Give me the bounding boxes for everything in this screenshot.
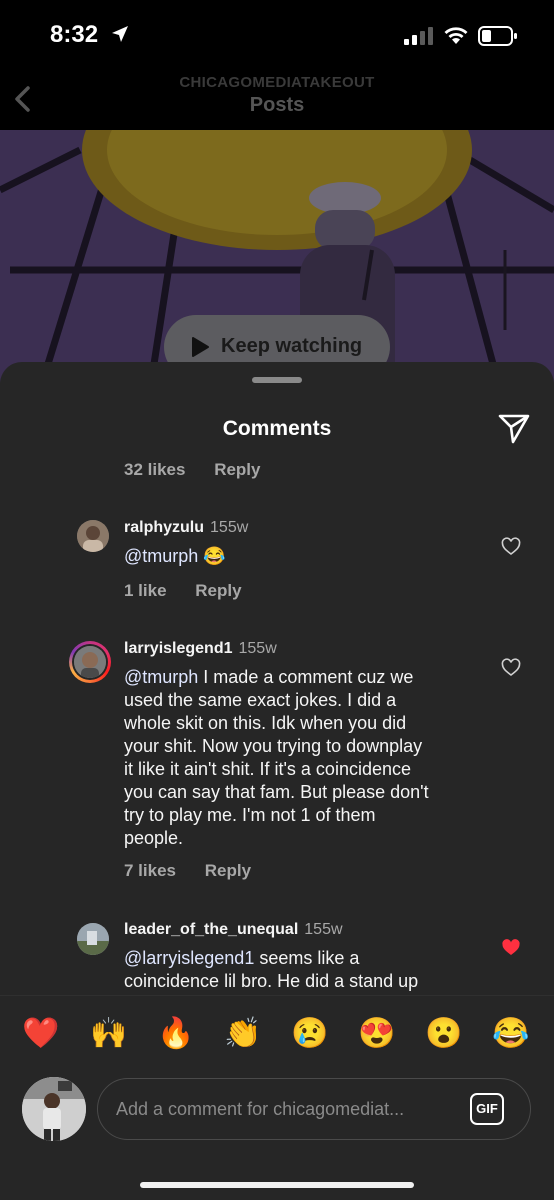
home-indicator [140,1182,414,1188]
comment-meta: 7 likes Reply [124,861,251,881]
like-heart-icon[interactable] [501,658,521,678]
emoji-crying-button[interactable]: 😢 [290,1016,330,1052]
reply-button[interactable]: Reply [214,460,260,480]
liked-heart-icon[interactable] [501,938,521,958]
username-link[interactable]: larryislegend1 [124,640,233,657]
reply-button[interactable]: Reply [205,861,251,881]
reply-button[interactable]: Reply [195,581,241,601]
username-link[interactable]: leader_of_the_unequal [124,921,298,938]
mention-link[interactable]: @larryislegend1 [124,948,254,968]
play-icon [192,337,209,357]
battery-icon [478,26,517,46]
comment-line: it like it ain't shit. If it's a coincid… [124,759,411,779]
comments-list[interactable]: 32 likes Reply ralphyzulu 155w @tmurph 😂 … [0,457,554,995]
keep-watching-label: Keep watching [221,335,363,357]
comment-line: coincidence lil bro. He did a stand up [124,971,419,991]
like-count: 32 likes [124,460,186,479]
comment-line: your shit. Now you trying to downplay [124,736,423,756]
comment-username[interactable]: ralphyzulu 155w [124,519,248,537]
emoji-heart-button[interactable]: ❤️ [21,1016,61,1052]
wifi-icon [444,27,468,44]
comment-emoji: 😂 [203,546,226,566]
location-arrow-icon [112,26,128,42]
story-ring[interactable] [69,641,111,683]
status-time: 8:32 [50,21,99,48]
emoji-heart-eyes-button[interactable]: 😍 [357,1016,397,1052]
like-count: 1 like [124,581,167,600]
emoji-raised-hands-button[interactable]: 🙌 [89,1016,129,1052]
comment-field[interactable]: GIF [97,1078,531,1140]
like-count: 7 likes [124,861,176,880]
comment-meta: 1 like Reply [124,581,242,601]
my-avatar[interactable] [22,1077,86,1141]
like-heart-icon[interactable] [501,537,521,557]
share-send-icon[interactable] [496,410,532,446]
status-bar: 8:32 [0,0,554,72]
comment-timestamp: 155w [210,519,249,536]
gif-button[interactable]: GIF [470,1093,504,1125]
comment-line: people. [124,828,184,848]
sheet-grab-handle[interactable] [252,377,302,383]
avatar[interactable] [74,646,106,678]
comment-username[interactable]: leader_of_the_unequal 155w [124,921,343,939]
comment-line: you can say that fam. But please don't [124,782,429,802]
comment-timestamp: 155w [238,640,277,657]
emoji-laughing-button[interactable]: 😂 [491,1016,531,1052]
comment-composer: GIF [0,1073,554,1200]
prev-comment-meta: 32 likes Reply [124,460,260,480]
avatar[interactable] [77,923,109,955]
comment-text: @tmurph 😂 [124,545,226,568]
comments-title: Comments [222,417,332,440]
emoji-clap-button[interactable]: 👏 [223,1016,263,1052]
page-title: Posts [249,94,305,116]
username-link[interactable]: ralphyzulu [124,519,204,536]
comment-line: seems like a [254,948,360,968]
cellular-signal-icon [404,27,433,45]
mention-link[interactable]: @tmurph [124,546,198,566]
mention-link[interactable]: @tmurph [124,667,198,687]
comment-line: I made a comment cuz we [198,667,414,687]
avatar[interactable] [77,520,109,552]
posts-header: CHICAGOMEDIATAKEOUT Posts [0,72,554,130]
comment-username[interactable]: larryislegend1 155w [124,640,277,658]
comment-text: @tmurph I made a comment cuz we used the… [124,666,484,850]
comment-line: try to play me. I'm not 1 of them [124,805,376,825]
comment-line: used the same exact jokes. I did a [124,690,397,710]
header-account-name: CHICAGOMEDIATAKEOUT [179,74,375,91]
comment-line: whole skit on this. Idk when you did [124,713,407,733]
comment-timestamp: 155w [304,921,343,938]
emoji-surprised-button[interactable]: 😮 [424,1016,464,1052]
comment-text: @larryislegend1 seems like a coincidence… [124,947,484,993]
emoji-quick-bar: ❤️ 🙌 🔥 👏 😢 😍 😮 😂 [0,995,554,1073]
emoji-fire-button[interactable]: 🔥 [156,1016,196,1052]
comment-input[interactable] [116,1096,456,1122]
